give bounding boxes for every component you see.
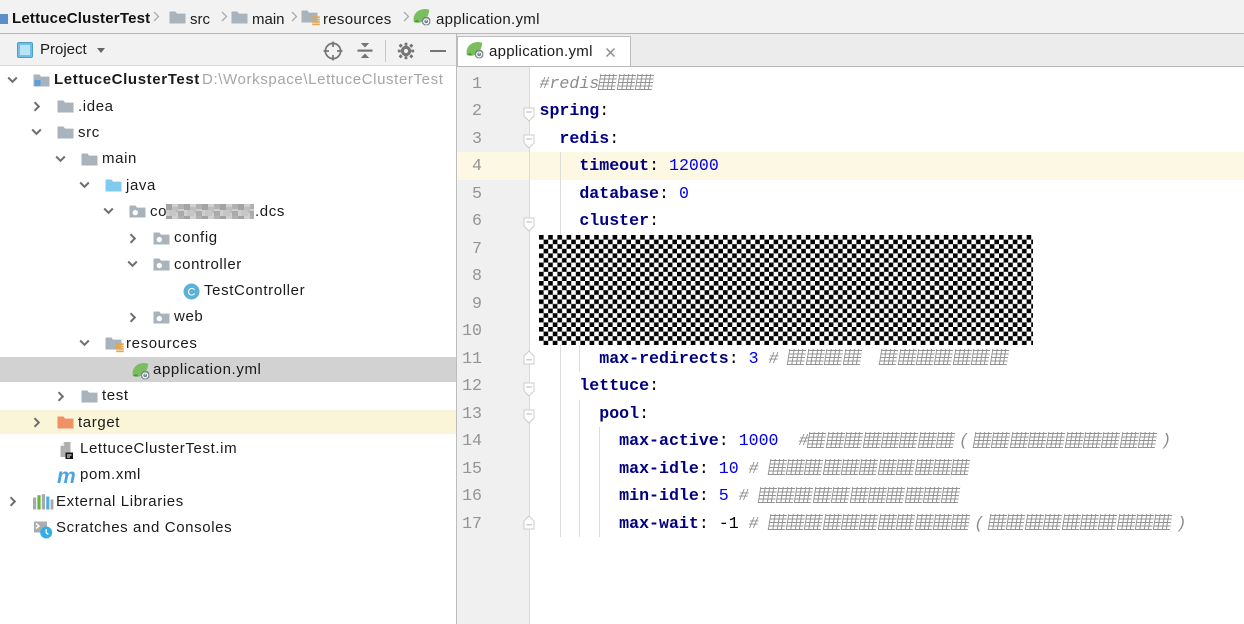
svg-text:m: m: [57, 468, 76, 486]
svg-text:C: C: [188, 287, 196, 299]
